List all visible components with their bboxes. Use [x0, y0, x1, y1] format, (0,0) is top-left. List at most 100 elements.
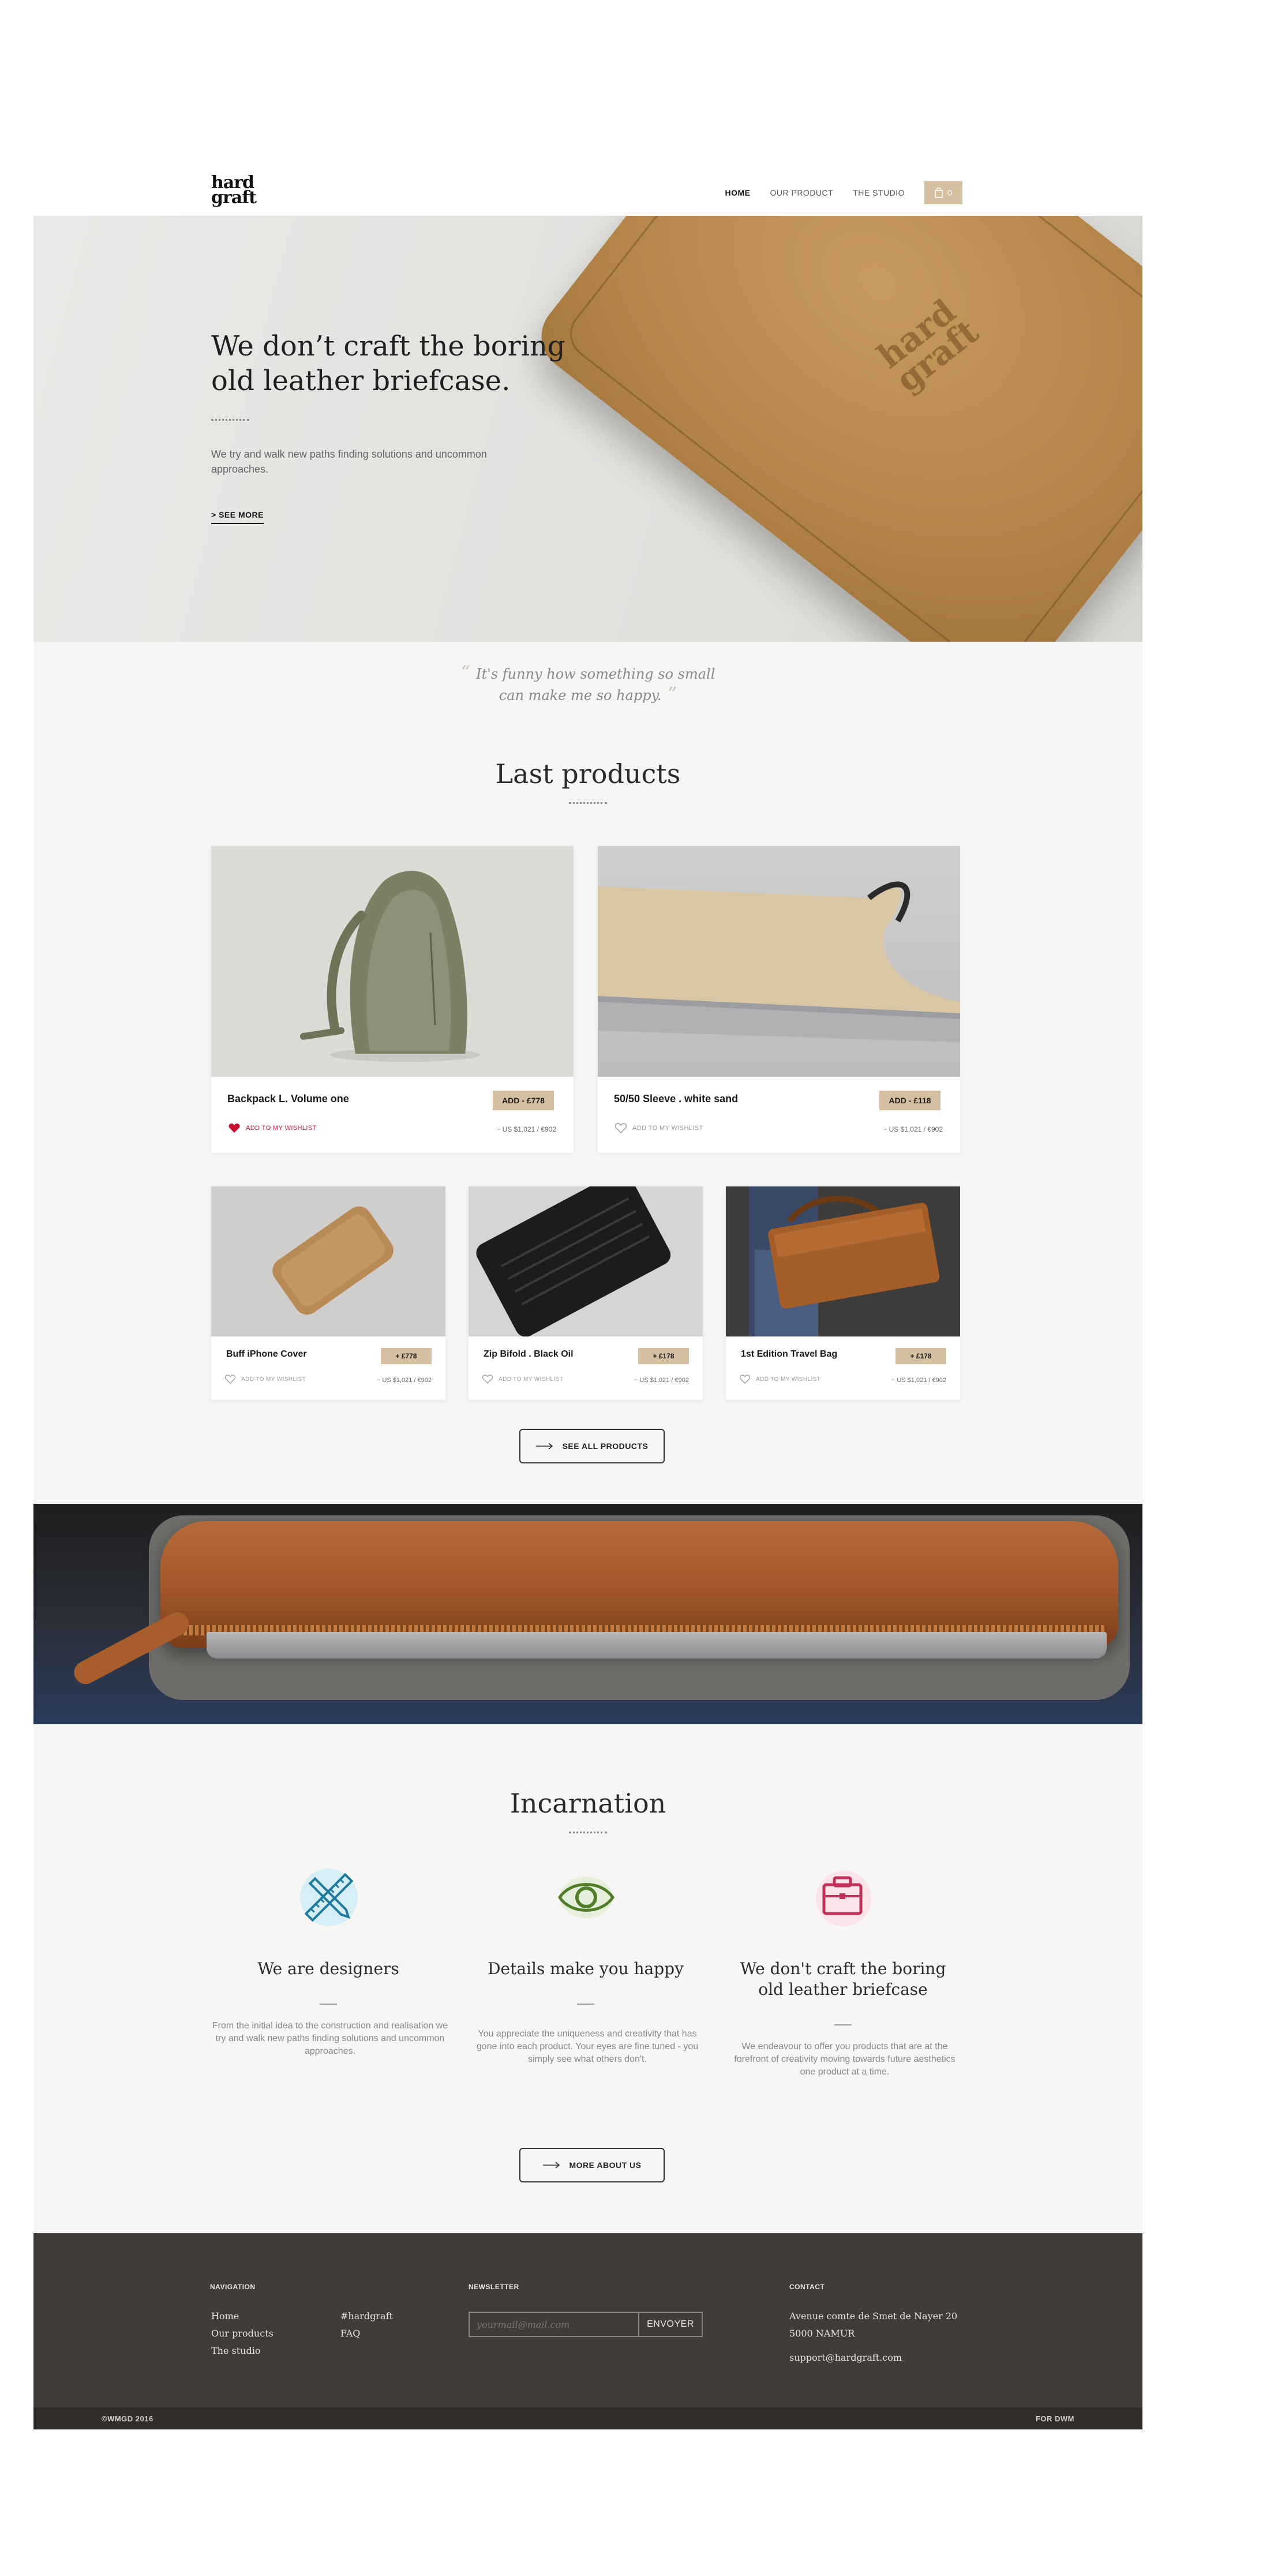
wishlist-button[interactable]: ADD TO MY WISHLIST	[228, 1123, 317, 1133]
contact-email-link[interactable]: support@hardgraft.com	[789, 2352, 902, 2363]
backpack-illustration	[300, 871, 480, 1062]
product-price-conversion: ~ US $1,021 / €902	[376, 1377, 432, 1384]
quote-line-2-text: can make me so happy.	[499, 687, 662, 703]
feature-text: We endeavour to offer you products that …	[734, 2042, 955, 2077]
quote-line-1: “ It's funny how something so small	[33, 662, 1142, 684]
tools-icon	[294, 1863, 364, 1932]
travel-bag-illustration	[749, 1186, 940, 1336]
wishlist-button[interactable]: ADD TO MY WISHLIST	[482, 1375, 563, 1384]
cart-button[interactable]: 0	[924, 181, 962, 204]
product-card-backpack[interactable]: Backpack L. Volume one ADD - £778 ADD TO…	[211, 846, 574, 1153]
product-name[interactable]: Buff iPhone Cover	[226, 1349, 307, 1360]
add-to-cart-button[interactable]: + £778	[381, 1348, 432, 1364]
product-price-conversion: ~ US $1,021 / €902	[891, 1377, 946, 1384]
see-all-products-button[interactable]: SEE ALL PRODUCTS	[519, 1429, 665, 1463]
last-products-section: Last products Backpack L. Volume one ADD…	[33, 727, 1142, 1504]
footer-bottom-bar: ©WMGD 2016 FOR DWM	[33, 2407, 1142, 2429]
laptop-edge	[207, 1632, 1107, 1658]
product-image[interactable]	[726, 1186, 960, 1336]
hero-title: We don’t craft the boring old leather br…	[211, 330, 565, 397]
feature-title: We don't craft the boring old leather br…	[740, 1959, 946, 1999]
wishlist-label: ADD TO MY WISHLIST	[756, 1376, 821, 1383]
site-footer: NAVIGATION Home Our products The studio …	[33, 2233, 1142, 2407]
product-price-conversion: ~ US $1,021 / €902	[883, 1125, 943, 1133]
wishlist-label: ADD TO MY WISHLIST	[632, 1125, 703, 1132]
product-card-sleeve[interactable]: 50/50 Sleeve . white sand ADD - £118 ADD…	[598, 846, 960, 1153]
footer-link-home[interactable]: Home	[211, 2311, 239, 2322]
logo[interactable]: hard graft	[211, 174, 257, 208]
add-to-cart-button[interactable]: ADD - £778	[493, 1091, 554, 1110]
briefcase-icon	[808, 1863, 877, 1932]
footer-contact-heading: CONTACT	[789, 2283, 825, 2291]
wishlist-label: ADD TO MY WISHLIST	[241, 1376, 306, 1383]
main-nav: HOME OUR PRODUCT THE STUDIO 0	[725, 181, 962, 204]
product-name[interactable]: 1st Edition Travel Bag	[741, 1349, 837, 1360]
add-to-cart-button[interactable]: + £178	[638, 1348, 689, 1364]
heart-outline-icon	[482, 1375, 493, 1384]
feature-title: Details make you happy	[488, 1959, 684, 1978]
section-divider	[569, 1832, 607, 1833]
contact-address-line-1: Avenue comte de Smet de Nayer 20	[789, 2311, 958, 2322]
wallet-illustration	[476, 1186, 671, 1336]
product-image[interactable]	[211, 846, 574, 1077]
copyright-text: ©WMGD 2016	[102, 2414, 153, 2423]
feature-divider	[320, 2004, 337, 2005]
site-header: hard graft HOME OUR PRODUCT THE STUDIO 0	[33, 169, 1142, 216]
wishlist-label: ADD TO MY WISHLIST	[246, 1125, 317, 1132]
hero-text: We try and walk new paths finding soluti…	[211, 448, 487, 475]
product-card-zip-bifold[interactable]: Zip Bifold . Black Oil + £178 ADD TO MY …	[469, 1186, 703, 1400]
product-image[interactable]	[211, 1186, 445, 1336]
see-more-link[interactable]: > SEE MORE	[211, 510, 264, 524]
feature-text: You appreciate the uniqueness and creati…	[476, 2029, 699, 2064]
heart-filled-icon	[228, 1124, 240, 1133]
footer-navigation-heading: NAVIGATION	[210, 2283, 256, 2291]
newsletter-email-input[interactable]	[469, 2312, 638, 2337]
bag-icon	[935, 188, 943, 198]
wishlist-button[interactable]: ADD TO MY WISHLIST	[225, 1375, 306, 1384]
leather-sleeve-banner	[33, 1504, 1142, 1724]
leather-case-stitching	[560, 216, 1142, 642]
product-name[interactable]: Backpack L. Volume one	[227, 1093, 349, 1105]
footer-newsletter-heading: NEWSLETTER	[469, 2283, 519, 2291]
wishlist-button[interactable]: ADD TO MY WISHLIST	[740, 1375, 820, 1384]
sleeve-illustration	[598, 881, 960, 1042]
wishlist-button[interactable]: ADD TO MY WISHLIST	[615, 1123, 703, 1133]
add-to-cart-button[interactable]: ADD - £118	[879, 1091, 940, 1110]
logo-line-2: graft	[211, 188, 257, 208]
open-quote-icon: “	[460, 661, 477, 683]
footer-link-hardgraft[interactable]: #hardgraft	[340, 2311, 393, 2322]
page-frame: hard graft HOME OUR PRODUCT THE STUDIO 0…	[33, 169, 1142, 2429]
quote-section: “ It's funny how something so small can …	[33, 642, 1142, 727]
add-to-cart-button[interactable]: + £178	[895, 1348, 946, 1364]
footer-link-the-studio[interactable]: The studio	[211, 2345, 260, 2356]
leather-case-image	[527, 216, 1142, 642]
wishlist-label: ADD TO MY WISHLIST	[499, 1376, 564, 1383]
quote-text: “ It's funny how something so small can …	[33, 662, 1142, 705]
quote-line-2: can make me so happy. ”	[33, 684, 1142, 705]
hero-divider	[211, 419, 249, 421]
product-image[interactable]	[469, 1186, 703, 1336]
incarnation-section: Incarnation We are designers From the in…	[33, 1724, 1142, 2233]
more-about-us-button[interactable]: MORE ABOUT US	[519, 2148, 665, 2182]
quote-line-1-text: It's funny how something so small	[476, 666, 715, 682]
feature-divider	[834, 2024, 852, 2025]
product-price-conversion: ~ US $1,021 / €902	[634, 1377, 689, 1384]
contact-address-line-2: 5000 NAMUR	[789, 2328, 855, 2339]
product-card-iphone-cover[interactable]: Buff iPhone Cover + £778 ADD TO MY WISHL…	[211, 1186, 445, 1400]
cart-count: 0	[947, 188, 952, 197]
product-name[interactable]: Zip Bifold . Black Oil	[484, 1349, 574, 1360]
product-card-travel-bag[interactable]: 1st Edition Travel Bag + £178 ADD TO MY …	[726, 1186, 960, 1400]
eye-icon	[552, 1863, 621, 1932]
footer-link-our-products[interactable]: Our products	[211, 2328, 273, 2339]
see-all-label: SEE ALL PRODUCTS	[562, 1441, 649, 1451]
product-image[interactable]	[598, 846, 960, 1077]
nav-our-product[interactable]: OUR PRODUCT	[770, 188, 833, 197]
nav-the-studio[interactable]: THE STUDIO	[853, 188, 905, 197]
newsletter-submit-button[interactable]: ENVOYER	[638, 2312, 703, 2337]
feature-title: We are designers	[257, 1959, 399, 1978]
footer-link-faq[interactable]: FAQ	[340, 2328, 360, 2339]
product-price-conversion: ~ US $1,021 / €902	[496, 1125, 556, 1133]
feature-divider	[577, 2004, 594, 2005]
nav-home[interactable]: HOME	[725, 188, 750, 197]
product-name[interactable]: 50/50 Sleeve . white sand	[614, 1093, 738, 1105]
